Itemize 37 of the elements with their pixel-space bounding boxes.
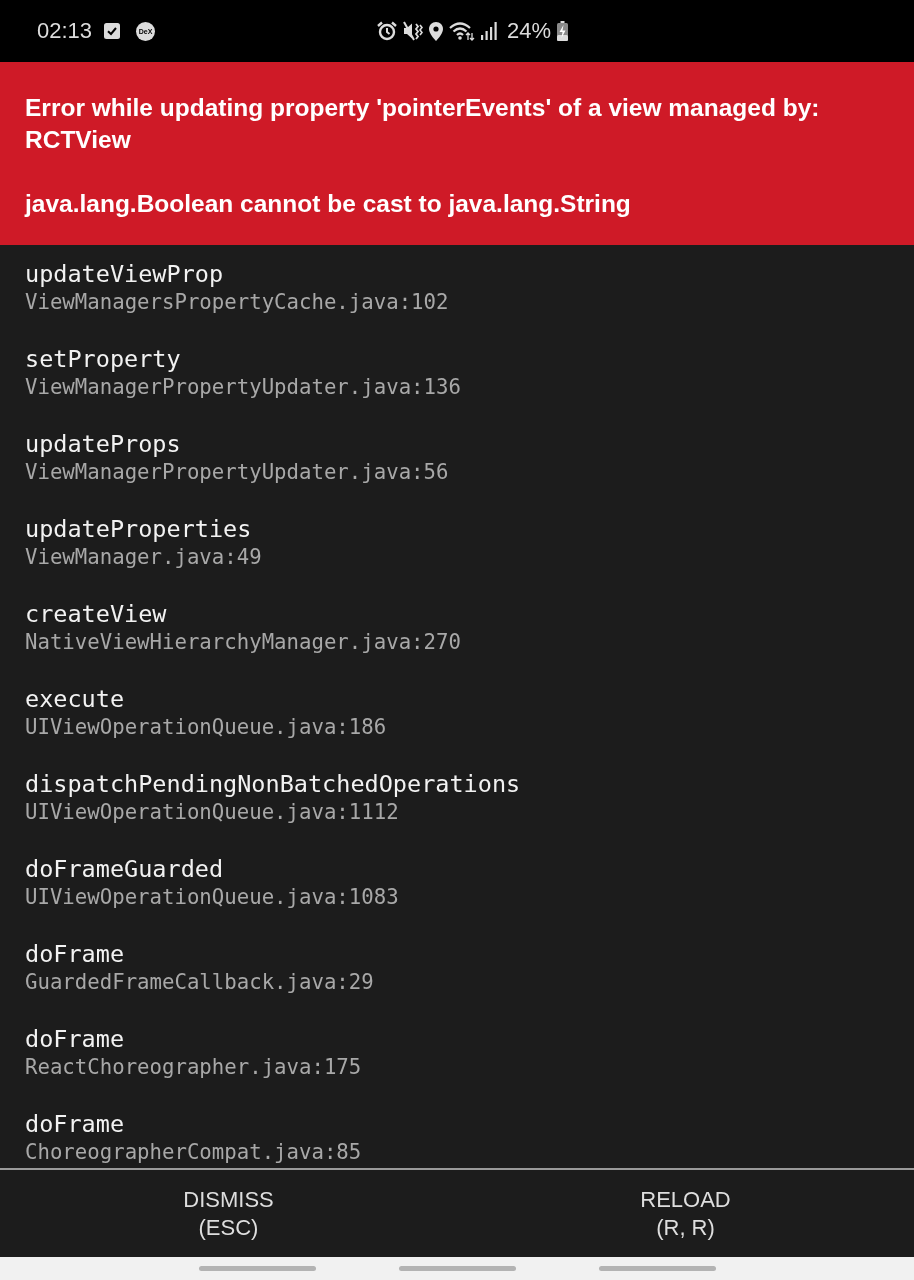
stack-method: doFrame	[25, 1024, 125, 1054]
alarm-clock-icon	[376, 21, 397, 41]
stack-file-location: UIViewOperationQueue.java:1083	[25, 884, 399, 910]
stack-method: dispatchPendingNonBatchedOperations	[25, 769, 521, 799]
checkbox-notification-icon	[104, 23, 121, 39]
status-time: 02:13	[37, 18, 93, 44]
location-pin-icon	[428, 21, 443, 41]
stack-file-location: ViewManager.java:49	[25, 544, 262, 570]
stack-file-location: ChoreographerCompat.java:85	[25, 1139, 362, 1165]
stack-method: updateProperties	[25, 514, 252, 544]
stack-file-location: NativeViewHierarchyManager.java:270	[25, 629, 461, 655]
gesture-handle[interactable]	[198, 1266, 316, 1271]
reload-button[interactable]: RELOAD (R, R)	[457, 1170, 914, 1257]
stack-file-location: ViewManagerPropertyUpdater.java:136	[25, 374, 461, 400]
gesture-handle[interactable]	[398, 1266, 516, 1271]
stack-method: setProperty	[25, 344, 181, 374]
stack-file-location: ViewManagersPropertyCache.java:102	[25, 289, 449, 315]
stack-file-location: GuardedFrameCallback.java:29	[25, 969, 374, 995]
stack-method: updateViewProp	[25, 259, 224, 289]
stack-method: updateProps	[25, 429, 181, 459]
battery-charging-icon	[557, 21, 568, 41]
stack-file-location: ViewManagerPropertyUpdater.java:56	[25, 459, 449, 485]
dismiss-button[interactable]: DISMISS (ESC)	[0, 1170, 457, 1257]
vibrate-mute-icon	[402, 21, 423, 41]
stack-method: doFrame	[25, 939, 125, 969]
stack-method: execute	[25, 684, 125, 714]
stack-file-location: UIViewOperationQueue.java:186	[25, 714, 387, 740]
stack-method: doFrameGuarded	[25, 854, 224, 884]
gesture-handle[interactable]	[598, 1266, 716, 1271]
stack-file-location: ReactChoreographer.java:175	[25, 1054, 362, 1080]
battery-percent: 24%	[506, 18, 551, 44]
stack-method: createView	[25, 599, 167, 629]
error-message: Error while updating property 'pointerEvents' of a view managed by: RCTView java.lang.Boolean cannot be cast to java.lang.String	[25, 93, 821, 219]
wifi-icon	[448, 21, 475, 41]
stack-method: doFrame	[25, 1109, 125, 1139]
signal-bars-icon	[480, 22, 497, 40]
stack-file-location: UIViewOperationQueue.java:1112	[25, 799, 399, 825]
